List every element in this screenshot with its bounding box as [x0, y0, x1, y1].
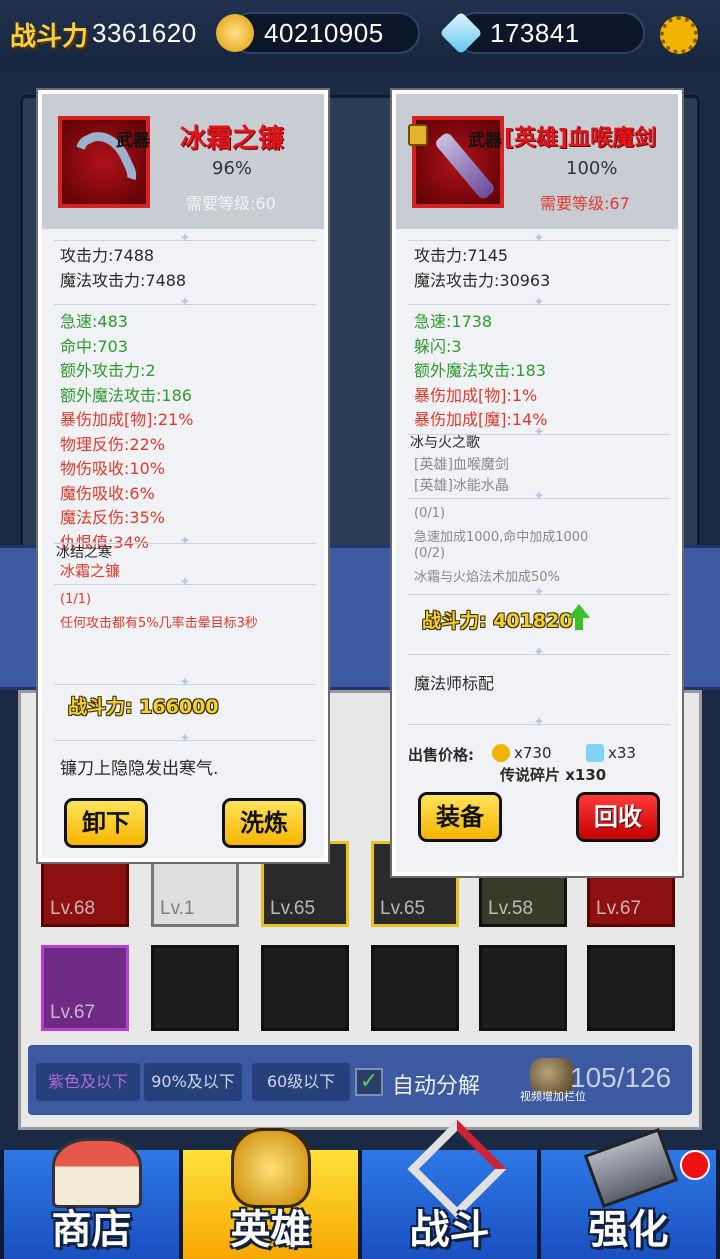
auto-decompose-label: 自动分解 — [392, 1074, 481, 1099]
item-name: 冰霜之镰 — [180, 124, 285, 154]
stat-line: 物伤吸收:10% — [60, 459, 165, 478]
stat-line: 躲闪:3 — [414, 337, 462, 356]
set-item: [英雄]冰能水晶 — [414, 478, 509, 494]
stat-line: 急速:483 — [60, 312, 128, 331]
empty-slot[interactable] — [151, 945, 239, 1031]
equip-button[interactable]: 装备 — [418, 792, 502, 842]
filter-90-button[interactable]: 90%及以下 — [144, 1063, 242, 1101]
stat-line: 额外攻击力:2 — [60, 361, 156, 380]
item-description: 魔法师标配 — [414, 674, 495, 693]
sell-shards: 传说碎片 x130 — [500, 766, 607, 784]
combat-power: 战斗力: 401820 — [422, 610, 573, 632]
diamond-value: 173841 — [490, 18, 580, 48]
item-category: 武器 — [116, 131, 150, 151]
gold-coin-icon[interactable] — [216, 14, 254, 52]
recycle-button[interactable]: 回收 — [576, 792, 660, 842]
power-up-arrow-icon — [568, 604, 590, 618]
empty-slot[interactable] — [261, 945, 349, 1031]
stat-line: 魔伤吸收:6% — [60, 484, 155, 503]
empty-slot[interactable] — [371, 945, 459, 1031]
set-item: [英雄]血喉魔剑 — [414, 457, 509, 473]
item-percent: 100% — [566, 158, 618, 179]
item-category: 武器 — [468, 131, 502, 151]
gear-icon[interactable] — [660, 16, 698, 54]
stat-line: 暴伤加成[魔]:14% — [414, 410, 548, 429]
combat-power: 战斗力: 166000 — [68, 696, 219, 718]
set-bonus: 冰霜与火焰法术加成50% — [414, 570, 560, 585]
empty-slot[interactable] — [587, 945, 675, 1031]
sell-label: 出售价格: — [408, 746, 474, 764]
set-progress: (0/1) — [414, 506, 446, 521]
helmet-icon — [231, 1128, 311, 1208]
refine-button[interactable]: 洗炼 — [222, 798, 306, 848]
stat-line: 暴伤加成[物]:21% — [60, 410, 194, 429]
stat-line: 物理反伤:22% — [60, 435, 165, 454]
set-name: 冰结之寒 — [56, 545, 112, 561]
gold-value: 40210905 — [264, 18, 384, 48]
stat-line: 命中:703 — [60, 337, 128, 356]
stat-line: 魔法攻击力:7488 — [60, 271, 187, 290]
stat-line: 急速:1738 — [414, 312, 493, 331]
set-item: 冰霜之镰 — [60, 562, 121, 580]
sell-gem: x33 — [608, 744, 636, 762]
required-level: 需要等级:60 — [186, 194, 276, 213]
power-value: 3361620 — [92, 18, 197, 48]
stat-line: 攻击力:7145 — [414, 246, 509, 265]
unequip-button[interactable]: 卸下 — [64, 798, 148, 848]
set-bonus: 急速加成1000,命中加成1000 — [414, 530, 589, 545]
stat-line: 魔法攻击力:30963 — [414, 271, 551, 290]
set-bonus: 任何攻击都有5%几率击晕目标3秒 — [60, 616, 258, 631]
power-label: 战斗力 — [10, 22, 89, 52]
set-progress: (1/1) — [60, 592, 92, 607]
filter-purple-button[interactable]: 紫色及以下 — [36, 1063, 140, 1101]
stat-line: 魔法反伤:35% — [60, 508, 165, 527]
nav-battle[interactable]: 战斗 — [362, 1119, 540, 1259]
diamond-icon — [586, 744, 604, 762]
top-bar: 战斗力 3361620 40210905 173841 — [0, 0, 720, 70]
inventory-slot[interactable]: Lv.67 — [41, 945, 129, 1031]
sell-gold: x730 — [514, 744, 552, 762]
filter-level-button[interactable]: 60级以下 — [252, 1063, 350, 1101]
stat-line: 额外魔法攻击:186 — [60, 386, 192, 405]
required-level: 需要等级:67 — [540, 194, 630, 213]
stat-line: 额外魔法攻击:183 — [414, 361, 546, 380]
equipped-item-panel: 武器 冰霜之镰 96% 需要等级:60 攻击力:7488 魔法攻击力:7488 … — [38, 90, 328, 862]
stat-line: 暴伤加成[物]:1% — [414, 386, 538, 405]
bottom-nav: 商店 英雄 战斗 强化 — [0, 1119, 720, 1259]
gold-coin-icon — [492, 744, 510, 762]
hammer-icon — [583, 1128, 679, 1208]
nav-hero[interactable]: 英雄 — [183, 1128, 361, 1259]
item-description: 镰刀上隐隐发出寒气. — [60, 759, 219, 779]
stat-line: 攻击力:7488 — [60, 246, 155, 265]
nav-shop[interactable]: 商店 — [4, 1138, 182, 1259]
item-name: [英雄]血喉魔剑 — [504, 126, 657, 151]
bag-expand-hint[interactable]: 视频增加栏位 — [520, 1088, 586, 1104]
empty-slot[interactable] — [479, 945, 567, 1031]
notification-badge — [680, 1150, 710, 1180]
set-progress: (0/2) — [414, 546, 446, 561]
compare-item-panel: 武器 [英雄]血喉魔剑 100% 需要等级:67 攻击力:7145 魔法攻击力:… — [392, 90, 682, 876]
item-percent: 96% — [212, 158, 253, 179]
set-name: 冰与火之歌 — [410, 435, 480, 451]
auto-decompose-checkbox[interactable]: ✓ — [355, 1068, 383, 1096]
lock-icon[interactable] — [408, 124, 428, 146]
